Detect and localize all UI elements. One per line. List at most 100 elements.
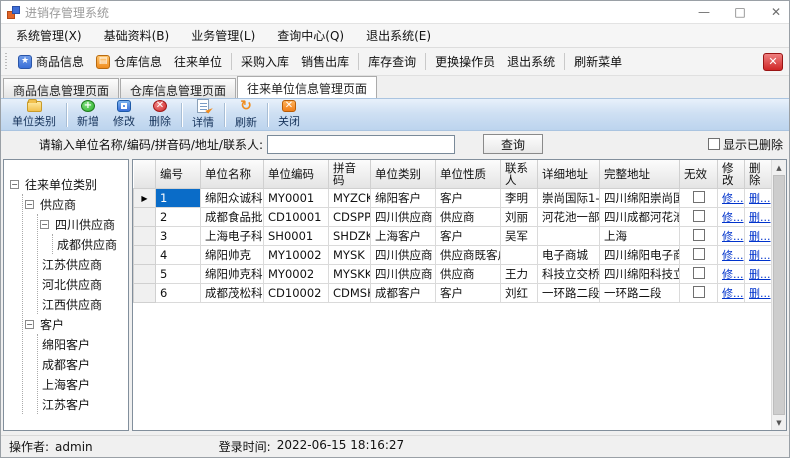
- cell-address[interactable]: 崇尚国际1-15-8: [538, 189, 600, 208]
- cell-nature[interactable]: 供应商: [436, 265, 501, 284]
- tree-item-label[interactable]: 成都客户: [40, 356, 92, 373]
- edit-link[interactable]: 修...: [722, 211, 744, 224]
- edit-link[interactable]: 修...: [722, 287, 744, 300]
- edit-link[interactable]: 修...: [722, 230, 744, 243]
- cell-code[interactable]: MY0002: [264, 265, 329, 284]
- cell-pinyin[interactable]: MYSK: [329, 246, 371, 265]
- column-header[interactable]: 单位性质: [436, 160, 501, 189]
- cell-address[interactable]: 一环路二段: [538, 284, 600, 303]
- cell-pinyin[interactable]: SHDZKJ: [329, 227, 371, 246]
- row-selector[interactable]: [134, 284, 156, 303]
- row-selector[interactable]: [134, 227, 156, 246]
- column-header[interactable]: 修改: [718, 160, 745, 189]
- close-page-button[interactable]: ✕ 关闭: [271, 99, 307, 130]
- tree-item-label[interactable]: 供应商: [38, 196, 78, 213]
- tree-item-label[interactable]: 江西供应商: [40, 296, 104, 313]
- minimize-icon[interactable]: —: [697, 5, 711, 19]
- cell-no[interactable]: 6: [156, 284, 201, 303]
- tree-item[interactable]: 江苏客户: [40, 394, 126, 414]
- cell-nature[interactable]: 客户: [436, 227, 501, 246]
- cell-contact[interactable]: 王力: [501, 265, 538, 284]
- cell-address[interactable]: 电子商城: [538, 246, 600, 265]
- column-header[interactable]: 详细地址: [538, 160, 600, 189]
- cell-name[interactable]: 成都茂松科技: [201, 284, 264, 303]
- delete-link[interactable]: 删...: [749, 249, 771, 262]
- tree-item[interactable]: −四川供应商: [40, 214, 126, 234]
- edit-button[interactable]: 修改: [106, 99, 142, 130]
- column-header[interactable]: 单位名称: [201, 160, 264, 189]
- cell-no[interactable]: 4: [156, 246, 201, 265]
- invalid-checkbox[interactable]: [693, 191, 705, 203]
- edit-link[interactable]: 修...: [722, 249, 744, 262]
- cell-nature[interactable]: 客户: [436, 284, 501, 303]
- scrollbar-thumb[interactable]: [773, 175, 785, 415]
- column-header[interactable]: 完整地址: [600, 160, 680, 189]
- tree-item-label[interactable]: 成都供应商: [55, 236, 119, 253]
- cell-contact[interactable]: [501, 246, 538, 265]
- cell-address[interactable]: [538, 227, 600, 246]
- toolbar-warehouse-info[interactable]: ▤ 仓库信息: [90, 50, 168, 73]
- cell-address[interactable]: 科技立交桥: [538, 265, 600, 284]
- cell-category[interactable]: 绵阳客户: [371, 189, 436, 208]
- tree-expander-icon[interactable]: −: [10, 180, 19, 189]
- cell-name[interactable]: 上海电子科技: [201, 227, 264, 246]
- cell-code[interactable]: MY10002: [264, 246, 329, 265]
- table-row[interactable]: 4绵阳帅克MY10002MYSK四川供应商供应商既客户电子商城四川绵阳电子商城修…: [134, 246, 772, 265]
- row-selector[interactable]: [134, 246, 156, 265]
- cell-nature[interactable]: 供应商: [436, 208, 501, 227]
- tree-item-label[interactable]: 河北供应商: [40, 276, 104, 293]
- invalid-checkbox[interactable]: [693, 248, 705, 260]
- cell-full_address[interactable]: 四川绵阳科技立交桥: [600, 265, 680, 284]
- close-icon[interactable]: ✕: [769, 5, 783, 19]
- tree-item-label[interactable]: 四川供应商: [53, 216, 117, 233]
- column-header[interactable]: 单位类别: [371, 160, 436, 189]
- menu-base-data[interactable]: 基础资料(B): [93, 24, 181, 47]
- cell-pinyin[interactable]: CDMSKJ: [329, 284, 371, 303]
- cell-name[interactable]: 绵阳帅克科技: [201, 265, 264, 284]
- table-row[interactable]: 3上海电子科技SH0001SHDZKJ上海客户客户吴军上海修...删...: [134, 227, 772, 246]
- tree-item[interactable]: 成都供应商: [55, 234, 126, 254]
- cell-category[interactable]: 上海客户: [371, 227, 436, 246]
- tree-item[interactable]: 成都客户: [40, 354, 126, 374]
- cell-full_address[interactable]: 四川绵阳崇尚国际...: [600, 189, 680, 208]
- column-header[interactable]: 单位编码: [264, 160, 329, 189]
- delete-link[interactable]: 删...: [749, 268, 771, 281]
- toolbar-refresh-menu[interactable]: 刷新菜单: [568, 50, 628, 73]
- scroll-down-icon[interactable]: ▼: [772, 415, 786, 430]
- cell-full_address[interactable]: 四川成都河花池一部: [600, 208, 680, 227]
- cell-code[interactable]: MY0001: [264, 189, 329, 208]
- tree-expander-icon[interactable]: −: [25, 320, 34, 329]
- tree-item-label[interactable]: 江苏客户: [40, 396, 92, 413]
- menu-exit[interactable]: 退出系统(E): [355, 24, 442, 47]
- invalid-checkbox[interactable]: [693, 286, 705, 298]
- cell-no[interactable]: 5: [156, 265, 201, 284]
- column-header[interactable]: 删除: [745, 160, 772, 189]
- invalid-checkbox[interactable]: [693, 229, 705, 241]
- toolbar-grip[interactable]: [4, 53, 8, 71]
- vertical-scrollbar[interactable]: ▲ ▼: [771, 160, 786, 430]
- cell-nature[interactable]: 供应商既客户: [436, 246, 501, 265]
- tab-product-page[interactable]: 商品信息管理页面: [3, 78, 119, 98]
- cell-no[interactable]: 2: [156, 208, 201, 227]
- tree-item-label[interactable]: 上海客户: [40, 376, 92, 393]
- menu-system[interactable]: 系统管理(X): [5, 24, 93, 47]
- delete-button[interactable]: ✕ 删除: [142, 99, 178, 130]
- toolbar-stock-query[interactable]: 库存查询: [362, 50, 422, 73]
- toolbar-purchase-in[interactable]: 采购入库: [235, 50, 295, 73]
- cell-full_address[interactable]: 一环路二段: [600, 284, 680, 303]
- cell-contact[interactable]: 李明: [501, 189, 538, 208]
- tree-item[interactable]: 江西供应商: [40, 294, 126, 314]
- tab-partner-page[interactable]: 往来单位信息管理页面: [237, 76, 377, 98]
- cell-code[interactable]: SH0001: [264, 227, 329, 246]
- toolbar-product-info[interactable]: ★ 商品信息: [12, 50, 90, 73]
- cell-pinyin[interactable]: CDSPPFB: [329, 208, 371, 227]
- tab-warehouse-page[interactable]: 仓库信息管理页面: [120, 78, 236, 98]
- tree-item-label[interactable]: 往来单位类别: [23, 176, 99, 193]
- cell-full_address[interactable]: 上海: [600, 227, 680, 246]
- table-row[interactable]: 5绵阳帅克科技MY0002MYSKKJ四川供应商供应商王力科技立交桥四川绵阳科技…: [134, 265, 772, 284]
- cell-category[interactable]: 成都客户: [371, 284, 436, 303]
- table-row[interactable]: 6成都茂松科技CD10002CDMSKJ成都客户客户刘红一环路二段一环路二段修.…: [134, 284, 772, 303]
- refresh-button[interactable]: ↻ 刷新: [228, 99, 264, 130]
- table-row[interactable]: ▶1绵阳众诚科技MY0001MYZCKJ绵阳客户客户李明崇尚国际1-15-8四川…: [134, 189, 772, 208]
- toolbar-exit-system[interactable]: 退出系统: [501, 50, 561, 73]
